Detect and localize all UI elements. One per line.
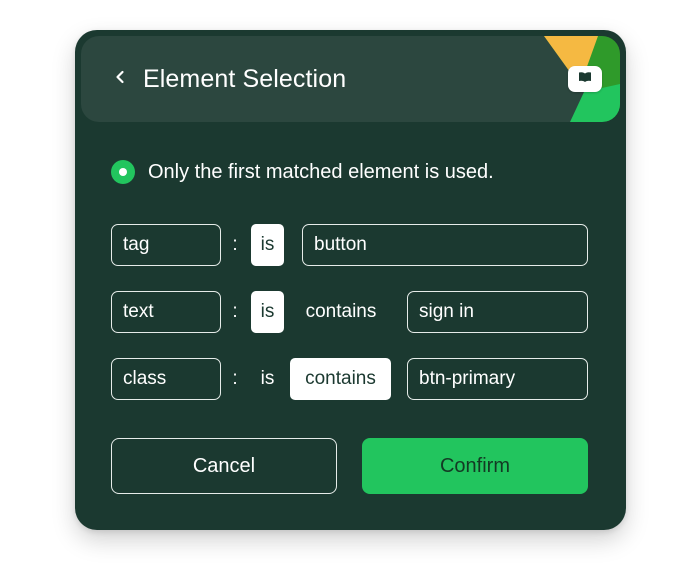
dialog-title: Element Selection [143, 65, 347, 93]
separator: : [232, 368, 238, 389]
operator-is[interactable]: is [251, 358, 284, 400]
cancel-button[interactable]: Cancel [111, 438, 337, 494]
corner-decoration [510, 36, 620, 122]
separator: : [232, 301, 238, 322]
operator-contains[interactable]: contains [290, 358, 391, 400]
back-button[interactable] [107, 66, 133, 92]
book-open-icon [578, 70, 592, 88]
attribute-field-class[interactable]: class [111, 358, 221, 400]
value-field[interactable]: sign in [407, 291, 588, 333]
chevron-left-icon [114, 70, 126, 89]
separator: : [232, 234, 238, 255]
notice-radio[interactable] [111, 160, 135, 184]
notice-text: Only the first matched element is used. [148, 161, 494, 183]
docs-button[interactable] [568, 66, 602, 92]
attribute-field-text[interactable]: text [111, 291, 221, 333]
value-field[interactable]: button [302, 224, 588, 266]
operator-contains[interactable]: contains [291, 291, 391, 333]
operator-is[interactable]: is [251, 291, 284, 333]
element-selection-dialog: Element Selection Only the first matched… [75, 30, 626, 530]
confirm-button[interactable]: Confirm [362, 438, 588, 494]
operator-is[interactable]: is [251, 224, 284, 266]
attribute-field-tag[interactable]: tag [111, 224, 221, 266]
notice-row: Only the first matched element is used. [111, 160, 494, 184]
dialog-header: Element Selection [81, 36, 620, 122]
value-field[interactable]: btn-primary [407, 358, 588, 400]
